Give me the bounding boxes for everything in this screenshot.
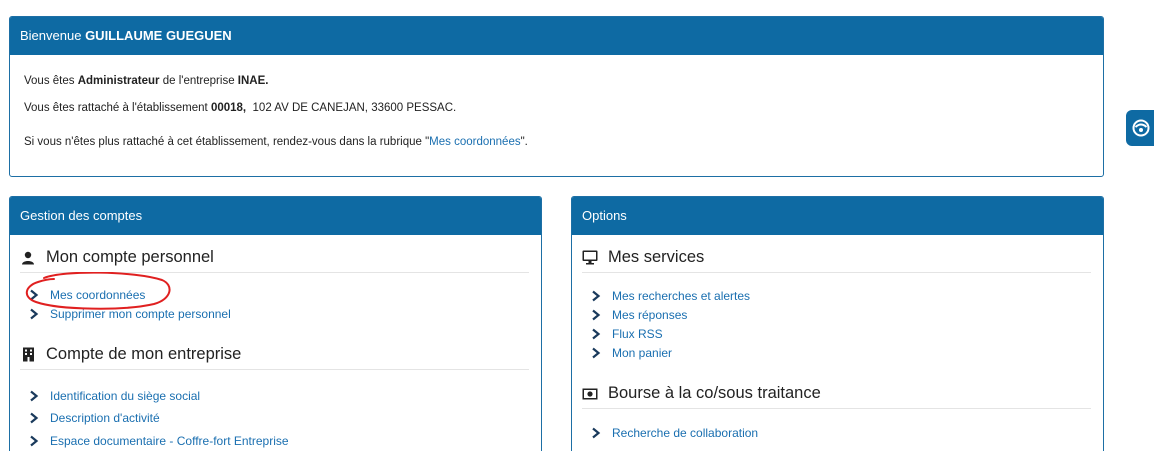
chevron-right-icon (30, 412, 39, 424)
link-label: Mes réponses (612, 308, 688, 322)
bourse-section: Bourse à la co/sous traitance (582, 383, 1091, 409)
link-espace-documentaire[interactable]: Espace documentaire - Coffre-fort Entrep… (28, 434, 289, 448)
info-line: Si vous n'êtes plus rattaché à cet établ… (24, 136, 528, 148)
role-line: Vous êtes Administrateur de l'entreprise… (24, 75, 268, 87)
establishment-code: 00018, (210, 102, 247, 114)
company-account-section: Compte de mon entreprise (20, 344, 529, 370)
bourse-label: Bourse à la co/sous traitance (608, 384, 821, 402)
chevron-right-icon (592, 427, 601, 439)
role-middle: de l'entreprise (159, 75, 238, 87)
info-prefix: Si vous n'êtes plus rattaché à cet établ… (24, 136, 430, 148)
chevron-right-icon (592, 328, 601, 340)
account-management-panel: Gestion des comptes Mon compte personnel… (9, 196, 542, 451)
services-label: Mes services (608, 248, 705, 266)
link-mes-reponses[interactable]: Mes réponses (590, 308, 687, 322)
chevron-right-icon (30, 308, 39, 320)
mes-coordonnees-link[interactable]: Mes coordonnées (429, 136, 520, 148)
bourse-title: Bourse à la co/sous traitance (582, 383, 1091, 409)
chevron-right-icon (30, 390, 39, 402)
link-flux-rss[interactable]: Flux RSS (590, 327, 663, 341)
link-description-activite[interactable]: Description d'activité (28, 411, 160, 425)
options-panel: Options Mes services Mes recherches et a… (571, 196, 1104, 451)
account-management-header: Gestion des comptes (10, 197, 541, 235)
services-section: Mes services (582, 247, 1091, 273)
user-name: GUILLAUME GUEGUEN (85, 28, 232, 43)
link-label: Espace documentaire - Coffre-fort Entrep… (50, 434, 289, 448)
help-icon (1132, 119, 1150, 137)
establishment-prefix: Vous êtes rattaché à l'établissement (24, 102, 211, 114)
monitor-icon (582, 250, 598, 266)
link-label: Flux RSS (612, 327, 663, 341)
link-label: Mes recherches et alertes (612, 289, 751, 303)
link-label: Supprimer mon compte personnel (50, 307, 231, 321)
welcome-greeting: Bienvenue (20, 28, 86, 43)
link-label: Description d'activité (50, 411, 160, 425)
link-label: Identification du siège social (50, 389, 201, 403)
welcome-header: Bienvenue GUILLAUME GUEGUEN (10, 17, 1103, 55)
chevron-right-icon (30, 289, 39, 301)
company-name: INAE. (237, 75, 269, 87)
link-mon-panier[interactable]: Mon panier (590, 346, 672, 360)
role-prefix: Vous êtes (24, 75, 78, 87)
company-account-label: Compte de mon entreprise (46, 345, 242, 363)
link-label: Recherche de collaboration (612, 426, 759, 440)
company-account-title: Compte de mon entreprise (20, 344, 529, 370)
help-button[interactable] (1126, 110, 1154, 146)
link-mes-coordonnees[interactable]: Mes coordonnées (28, 288, 145, 302)
establishment-line: Vous êtes rattaché à l'établissement 000… (24, 102, 456, 114)
link-supprimer-compte[interactable]: Supprimer mon compte personnel (28, 307, 231, 321)
money-icon (582, 386, 598, 402)
personal-account-section: Mon compte personnel (20, 247, 529, 273)
chevron-right-icon (30, 435, 39, 447)
options-header: Options (572, 197, 1103, 235)
link-mes-recherches[interactable]: Mes recherches et alertes (590, 289, 750, 303)
welcome-panel: Bienvenue GUILLAUME GUEGUEN Vous êtes Ad… (9, 16, 1104, 177)
chevron-right-icon (592, 347, 601, 359)
info-suffix: ". (520, 136, 528, 148)
link-identification-siege[interactable]: Identification du siège social (28, 389, 200, 403)
services-title: Mes services (582, 247, 1091, 273)
personal-account-title: Mon compte personnel (20, 247, 529, 273)
role-value: Administrateur (77, 75, 160, 87)
personal-account-label: Mon compte personnel (46, 248, 214, 266)
link-label: Mon panier (612, 346, 673, 360)
chevron-right-icon (592, 309, 601, 321)
establishment-address: 102 AV DE CANEJAN, 33600 PESSAC. (246, 102, 457, 114)
link-recherche-collaboration[interactable]: Recherche de collaboration (590, 426, 758, 440)
chevron-right-icon (592, 290, 601, 302)
building-icon (20, 347, 36, 363)
user-icon (20, 250, 36, 266)
link-label: Mes coordonnées (50, 288, 146, 302)
